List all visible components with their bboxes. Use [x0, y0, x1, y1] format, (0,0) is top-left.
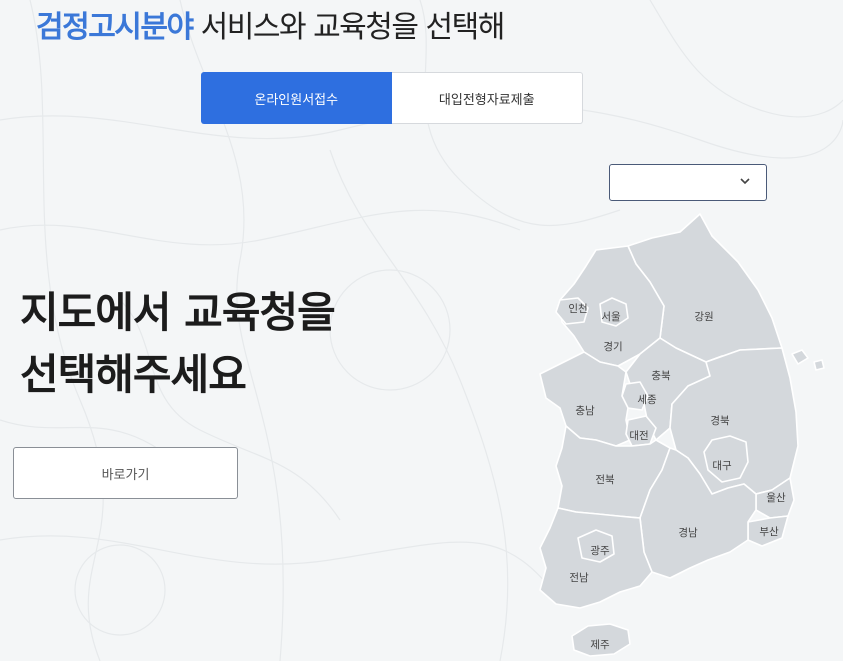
page-heading: 검정고시분야 서비스와 교육청을 선택해	[36, 2, 506, 46]
label-gwangju: 광주	[590, 545, 610, 557]
label-gyeongnam: 경남	[678, 526, 698, 539]
label-sejong: 세종	[637, 394, 657, 406]
label-chungbuk: 충북	[651, 370, 671, 382]
korea-region-map: 인천 서울 경기 강원 충북 세종 충남 대전 경북 대구 전북 울산 부산 경…	[539, 213, 825, 657]
chevron-down-icon	[740, 178, 750, 185]
label-seoul: 서울	[601, 311, 621, 323]
heading-rest: 서비스와 교육청을 선택해	[192, 10, 506, 45]
label-jeonnam: 전남	[569, 572, 589, 584]
label-gangwon: 강원	[694, 311, 713, 323]
label-chungnam: 충남	[575, 405, 595, 417]
label-daegu: 대구	[712, 460, 732, 472]
label-gyeongbuk: 경북	[710, 414, 730, 427]
service-tabs: 온라인원서접수 대입전형자료제출	[201, 72, 583, 124]
map-instruction-title: 지도에서 교육청을 선택해주세요	[20, 282, 336, 406]
region-island-ulleung	[791, 349, 809, 365]
tab-admission-data-submission[interactable]: 대입전형자료제출	[391, 72, 583, 124]
label-busan: 부산	[759, 526, 779, 538]
region-select[interactable]	[609, 164, 767, 201]
label-daejeon: 대전	[629, 430, 648, 442]
region-island-dokdo	[813, 359, 825, 371]
title-line-1: 지도에서 교육청을	[20, 288, 336, 337]
title-line-2: 선택해주세요	[20, 350, 247, 399]
go-button[interactable]: 바로가기	[13, 447, 238, 499]
tab-online-application[interactable]: 온라인원서접수	[201, 72, 392, 124]
heading-accent: 검정고시분야	[36, 10, 194, 45]
label-incheon: 인천	[568, 303, 587, 315]
label-gyeonggi: 경기	[603, 340, 622, 353]
region-chungnam[interactable]	[539, 351, 631, 447]
label-jeonbuk: 전북	[595, 474, 615, 486]
label-jeju: 제주	[590, 639, 610, 651]
label-ulsan: 울산	[766, 492, 786, 504]
